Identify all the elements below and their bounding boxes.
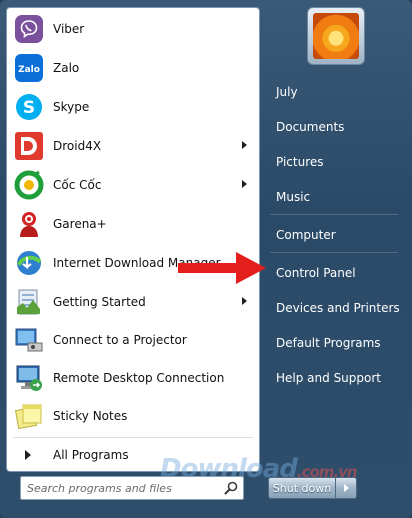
- expand-arrow-icon: [25, 450, 31, 460]
- svg-text:S: S: [23, 98, 35, 118]
- right-item-label: July: [276, 85, 298, 99]
- right-separator: [270, 252, 398, 253]
- submenu-arrow-icon[interactable]: [242, 180, 247, 188]
- remote-desktop-icon: [13, 362, 45, 394]
- right-item-computer[interactable]: Computer: [270, 222, 400, 248]
- programs-separator: [13, 437, 253, 438]
- program-label: Viber: [53, 22, 85, 36]
- start-menu: Viber Zalo Zalo S Skype Droid4X Cốc Cốc …: [0, 0, 412, 518]
- right-item-label: Computer: [276, 228, 336, 242]
- skype-icon: S: [13, 91, 45, 123]
- red-annotation-arrow-icon: [178, 252, 266, 284]
- droid4x-icon: [13, 130, 45, 162]
- program-label: Getting Started: [53, 295, 146, 309]
- shutdown-options-button[interactable]: [336, 477, 357, 499]
- right-item-label: Pictures: [276, 155, 324, 169]
- zalo-logo-text: Zalo: [18, 65, 40, 75]
- program-garena[interactable]: Garena+: [11, 206, 255, 242]
- sticky-notes-icon: [13, 400, 45, 432]
- right-item-label: Default Programs: [276, 336, 381, 350]
- program-label: Connect to a Projector: [53, 333, 187, 347]
- right-item-label: Control Panel: [276, 266, 356, 280]
- right-separator: [270, 214, 398, 215]
- program-sticky-notes[interactable]: Sticky Notes: [11, 398, 255, 434]
- program-projector[interactable]: Connect to a Projector: [11, 322, 255, 358]
- right-item-label: Music: [276, 190, 311, 204]
- shutdown-label: Shut down: [272, 481, 332, 495]
- right-item-help-support[interactable]: Help and Support: [270, 365, 400, 391]
- submenu-arrow-icon[interactable]: [242, 141, 247, 149]
- program-remote-desktop[interactable]: Remote Desktop Connection: [11, 360, 255, 396]
- program-skype[interactable]: S Skype: [11, 89, 255, 125]
- programs-panel: Viber Zalo Zalo S Skype Droid4X Cốc Cốc …: [6, 7, 260, 472]
- flower-picture-icon: [313, 13, 359, 59]
- shutdown-button[interactable]: Shut down: [268, 477, 336, 499]
- submenu-arrow-icon[interactable]: [242, 297, 247, 305]
- program-label: Garena+: [53, 217, 107, 231]
- garena-icon: [13, 208, 45, 240]
- search-input[interactable]: [25, 479, 221, 497]
- program-getting-started[interactable]: Getting Started: [11, 284, 255, 320]
- program-label: Skype: [53, 100, 90, 114]
- idm-icon: [13, 247, 45, 279]
- chevron-right-icon: [344, 484, 349, 492]
- coccoc-icon: [13, 169, 45, 201]
- right-item-default-programs[interactable]: Default Programs: [270, 330, 400, 356]
- program-label: Zalo: [53, 61, 80, 75]
- right-item-label: Help and Support: [276, 371, 381, 385]
- right-item-music[interactable]: Music: [270, 184, 400, 210]
- viber-icon: [13, 13, 45, 45]
- user-avatar[interactable]: [307, 7, 365, 65]
- program-label: Cốc Cốc: [53, 178, 102, 192]
- right-item-july[interactable]: July: [270, 79, 400, 105]
- right-item-control-panel[interactable]: Control Panel: [270, 260, 400, 286]
- right-item-label: Devices and Printers: [276, 301, 400, 315]
- program-label: Droid4X: [53, 139, 102, 153]
- all-programs-label: All Programs: [53, 448, 129, 462]
- right-item-label: Documents: [276, 120, 345, 134]
- search-box[interactable]: [20, 476, 244, 500]
- program-droid4x[interactable]: Droid4X: [11, 128, 255, 164]
- program-coccoc[interactable]: Cốc Cốc: [11, 167, 255, 203]
- program-zalo[interactable]: Zalo Zalo: [11, 50, 255, 86]
- search-icon[interactable]: [223, 480, 239, 496]
- program-label: Remote Desktop Connection: [53, 371, 225, 385]
- getting-started-icon: [13, 286, 45, 318]
- zalo-icon: Zalo: [13, 52, 45, 84]
- right-item-pictures[interactable]: Pictures: [270, 149, 400, 175]
- projector-icon: [13, 324, 45, 356]
- program-viber[interactable]: Viber: [11, 11, 255, 47]
- right-item-documents[interactable]: Documents: [270, 114, 400, 140]
- right-item-devices-printers[interactable]: Devices and Printers: [270, 295, 400, 321]
- program-label: Sticky Notes: [53, 409, 128, 423]
